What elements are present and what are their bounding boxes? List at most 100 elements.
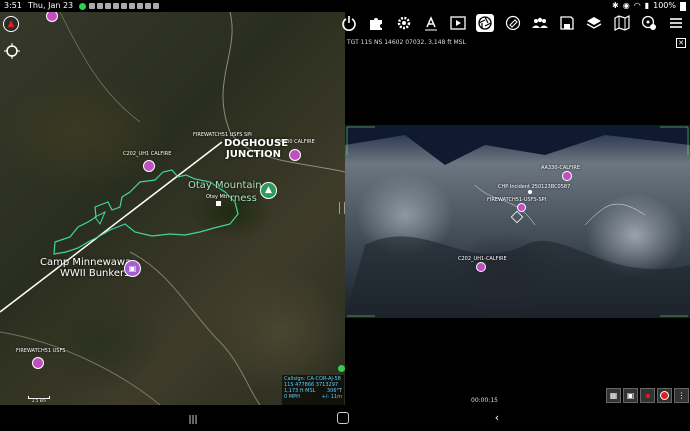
video-timer: 00:00:15 xyxy=(471,397,498,404)
green-dot-icon xyxy=(79,2,87,10)
video-label-c202: C202_UH1-CALFIRE xyxy=(458,256,507,262)
record-dot-icon xyxy=(645,393,650,398)
settings-button[interactable] xyxy=(395,14,413,32)
self-marker[interactable] xyxy=(338,365,345,372)
app-notification-icons xyxy=(89,3,160,9)
label-firewatch-bottom: FIREWATCH51 USFS xyxy=(16,348,66,354)
compass-button[interactable]: ▲ xyxy=(3,16,19,32)
tgt-altitude: 3,148 ft MSL xyxy=(428,39,466,46)
frame-capture-icon: ▣ xyxy=(626,390,635,400)
unit-marker-aa330[interactable] xyxy=(289,149,301,161)
tgt-coordinates: TGT 11S NS 14602 07032 xyxy=(347,39,425,46)
crosshair-icon xyxy=(4,43,20,59)
location-settings-icon xyxy=(641,15,656,30)
shutter-icon xyxy=(478,16,492,30)
top-toolbar xyxy=(340,13,685,33)
video-frame[interactable]: AA330-CALFIRE CHP Incident 250123BC0587 … xyxy=(345,125,690,318)
gear-icon xyxy=(397,16,410,30)
bluetooth-icon: ✱ xyxy=(612,1,619,10)
speed-value: 0 MPH xyxy=(284,394,300,400)
park-marker[interactable]: ▲ xyxy=(260,182,277,199)
video-label-aa330: AA330-CALFIRE xyxy=(541,165,581,171)
battery-icon xyxy=(680,1,686,11)
back-button[interactable]: ‹ xyxy=(490,410,504,424)
screenshot-button[interactable]: ▣ xyxy=(623,388,638,403)
layers-button[interactable] xyxy=(585,14,603,32)
contacts-button[interactable] xyxy=(531,14,549,32)
location-settings-button[interactable] xyxy=(640,14,658,32)
map-overlay xyxy=(0,12,345,405)
more-icon: ⋮ xyxy=(677,390,686,400)
recent-apps-icon: ||| xyxy=(188,415,198,425)
layers-icon xyxy=(586,17,602,29)
expand-button[interactable]: ✕ xyxy=(676,38,686,48)
plugins-button[interactable] xyxy=(367,14,385,32)
video-controls: ▦ ▣ ⋮ xyxy=(606,388,689,403)
unit-marker-c202[interactable] xyxy=(143,160,155,172)
gallery-button[interactable]: ▦ xyxy=(606,388,621,403)
android-nav-bar: ||| ‹ xyxy=(0,405,690,431)
menu-icon xyxy=(670,18,682,28)
bearing-line xyxy=(0,141,223,313)
more-button[interactable]: ⋮ xyxy=(674,388,689,403)
label-otay-wilderness: rness xyxy=(230,193,257,204)
tag-icon xyxy=(505,15,520,31)
video-marker-aa330[interactable] xyxy=(562,171,572,181)
recent-apps-button[interactable]: ||| xyxy=(185,411,201,425)
video-player-button[interactable] xyxy=(449,14,467,32)
image-icon: ▦ xyxy=(609,390,618,400)
video-marker-firewatch[interactable] xyxy=(517,203,526,212)
callsign-box[interactable]: Callsign: CA-COR-AJ-58 11S 477866 371329… xyxy=(282,375,344,405)
record-indicator-button[interactable] xyxy=(640,388,655,403)
back-icon: ‹ xyxy=(494,411,500,424)
label-doghouse-1: DOGHOUSE xyxy=(224,138,289,149)
label-doghouse-2: JUNCTION xyxy=(226,149,281,160)
label-otay-mountain: Otay Mountain xyxy=(188,180,262,191)
notification-icons xyxy=(79,2,160,10)
status-time: 3:51 xyxy=(4,1,22,10)
location-icon: ◉ xyxy=(622,1,630,10)
save-button[interactable] xyxy=(558,14,576,32)
video-marker-chp[interactable] xyxy=(528,190,532,194)
historic-marker[interactable]: ▣ xyxy=(124,260,141,277)
label-wwii-bunkers: WWII Bunkers xyxy=(60,268,130,279)
group-icon xyxy=(531,17,548,28)
tree-icon: ▲ xyxy=(265,185,272,195)
monument-icon: ▣ xyxy=(128,263,137,273)
battery-level: 100% xyxy=(653,1,676,10)
tgt-readout: TGT 11S NS 14602 07032, 3,148 ft MSL xyxy=(347,39,466,46)
unit-marker-firewatch[interactable] xyxy=(32,357,44,369)
video-marker-c202[interactable] xyxy=(476,262,486,272)
status-date: Thu, Jan 23 xyxy=(27,1,74,10)
power-button[interactable] xyxy=(340,14,358,32)
map-button[interactable] xyxy=(613,14,631,32)
video-panel: TGT 11S NS 14602 07032, 3,148 ft MSL ✕ A… xyxy=(342,12,690,405)
tag-button[interactable] xyxy=(504,14,522,32)
status-right: ✱ ◉ ◠ ▮ 100% xyxy=(612,0,686,12)
video-label-chp: CHP Incident 250123BC0587 xyxy=(498,184,571,190)
expand-icon: ✕ xyxy=(678,38,684,47)
menu-button[interactable] xyxy=(667,14,685,32)
status-left: 3:51 Thu, Jan 23 xyxy=(4,0,160,12)
video-player-icon xyxy=(450,16,466,30)
video-label-firewatch: FIREWATCH51-USFS-SPI xyxy=(487,197,547,203)
power-icon xyxy=(342,16,356,31)
wifi-icon: ◠ xyxy=(633,1,641,10)
signal-icon: ▮ xyxy=(644,1,650,10)
label-c202: C202_UH1 CALFIRE xyxy=(123,151,172,157)
video-overlay xyxy=(345,125,690,318)
puzzle-icon xyxy=(370,18,383,30)
locate-button[interactable] xyxy=(3,42,21,60)
map-view[interactable]: ▲ FIREWATCH51 USFS SPI AA330 CALFIRE C20… xyxy=(0,12,345,405)
scale-label: 2.5 km xyxy=(32,398,46,403)
home-button[interactable] xyxy=(337,412,349,424)
text-tool-icon xyxy=(424,16,437,31)
label-camp-minnewawa: Camp Minnewawa xyxy=(40,257,132,268)
label-otay-mtn-small: Otay Mtn xyxy=(206,194,229,200)
status-bar: 3:51 Thu, Jan 23 ✱ ◉ ◠ ▮ 100% xyxy=(0,0,690,12)
unit-marker-otay[interactable] xyxy=(216,201,221,206)
text-tool-button[interactable] xyxy=(422,14,440,32)
record-button[interactable] xyxy=(657,388,672,403)
record-icon xyxy=(660,391,669,400)
shutter-button[interactable] xyxy=(476,14,495,32)
